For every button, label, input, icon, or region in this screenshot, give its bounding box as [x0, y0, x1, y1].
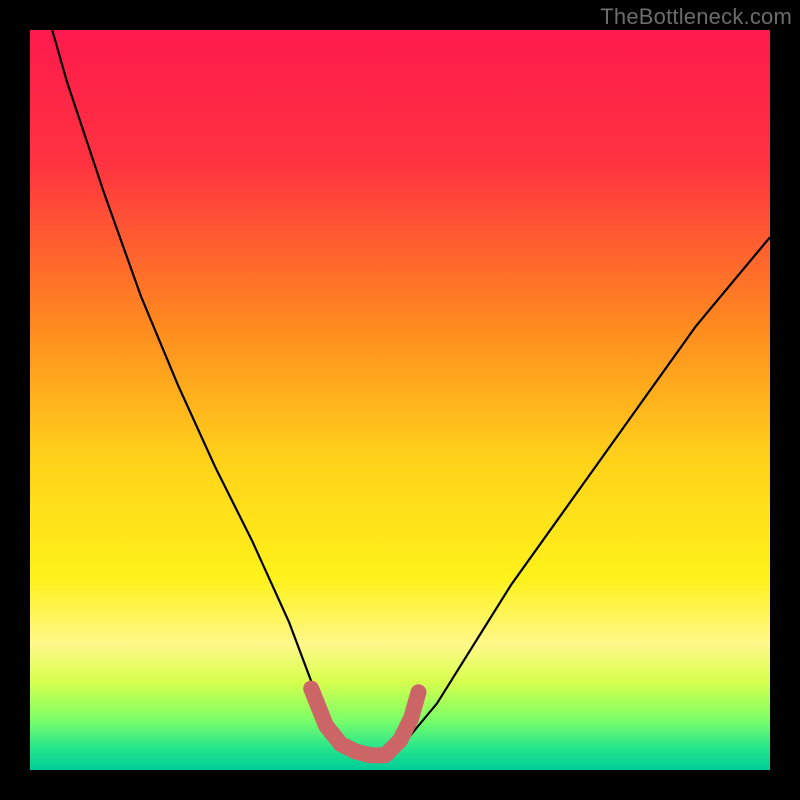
bottleneck-chart — [30, 30, 770, 770]
gradient-background — [30, 30, 770, 770]
watermark-text: TheBottleneck.com — [600, 4, 792, 30]
chart-frame: TheBottleneck.com — [0, 0, 800, 800]
